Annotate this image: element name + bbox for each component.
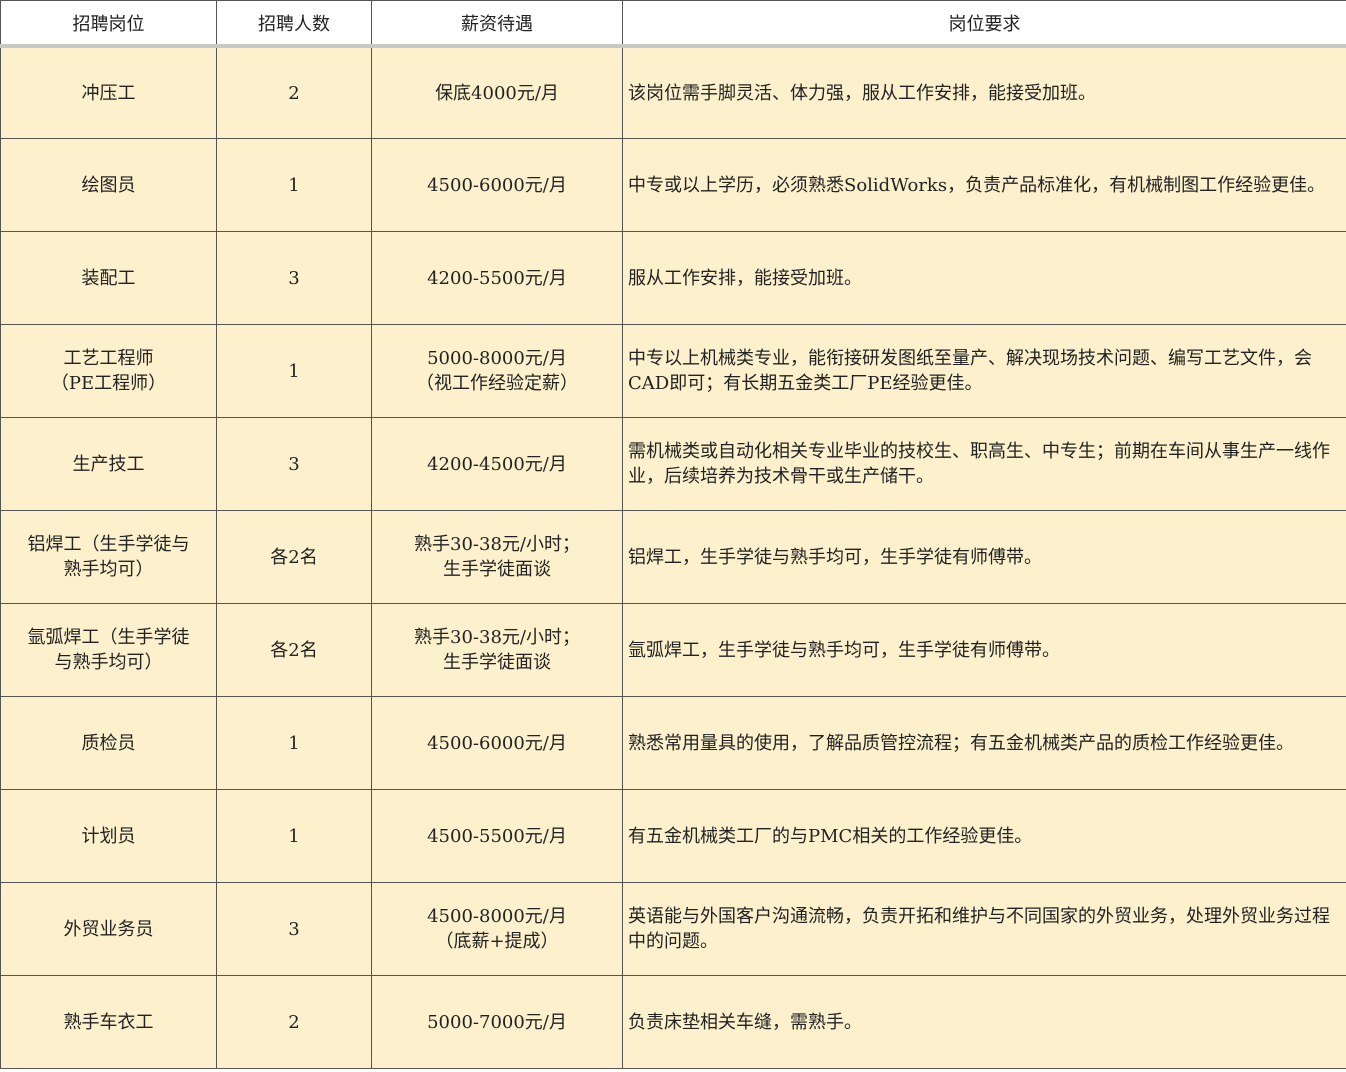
salary-text: 保底4000元/月	[435, 82, 559, 104]
salary-text: 5000-7000元/月	[427, 1011, 567, 1033]
cell-salary: 5000-8000元/月 （视工作经验定薪）	[371, 324, 623, 418]
position-text: 绘图员	[81, 174, 136, 196]
cell-salary: 保底4000元/月	[371, 45, 623, 139]
position-text: 外贸业务员	[63, 918, 154, 940]
cell-salary: 熟手30-38元/小时； 生手学徒面谈	[371, 510, 623, 604]
cell-requirement: 铝焊工，生手学徒与熟手均可，生手学徒有师傅带。	[622, 510, 1346, 604]
salary-text: （底薪+提成）	[435, 931, 559, 952]
cell-count: 2	[216, 45, 372, 139]
cell-position: 氩弧焊工（生手学徒 与熟手均可）	[0, 603, 217, 697]
cell-count: 各2名	[216, 603, 372, 697]
cell-salary: 4500-6000元/月	[371, 696, 623, 790]
cell-requirement: 英语能与外国客户沟通流畅，负责开拓和维护与不同国家的外贸业务，处理外贸业务过程中…	[622, 882, 1346, 976]
cell-requirement: 中专或以上学历，必须熟悉SolidWorks，负责产品标准化，有机械制图工作经验…	[622, 138, 1346, 232]
salary-text: （视工作经验定薪）	[416, 373, 578, 394]
position-text: 冲压工	[81, 82, 136, 104]
position-text: 工艺工程师	[63, 348, 154, 369]
cell-salary: 4500-8000元/月 （底薪+提成）	[371, 882, 623, 976]
cell-requirement: 中专以上机械类专业，能衔接研发图纸至量产、解决现场技术问题、编写工艺文件，会CA…	[622, 324, 1346, 418]
salary-text: 5000-8000元/月	[427, 348, 567, 369]
position-text: 与熟手均可）	[54, 652, 163, 673]
salary-text: 4500-8000元/月	[427, 906, 567, 927]
cell-position: 计划员	[0, 789, 217, 883]
position-text: 装配工	[81, 267, 136, 289]
cell-position: 生产技工	[0, 417, 217, 511]
table-row: 装配工 3 4200-5500元/月 服从工作安排，能接受加班。	[0, 231, 1346, 325]
position-text: 生产技工	[72, 453, 145, 475]
cell-count: 1	[216, 789, 372, 883]
header-salary: 薪资待遇	[371, 0, 623, 48]
cell-salary: 4200-4500元/月	[371, 417, 623, 511]
table-row: 绘图员 1 4500-6000元/月 中专或以上学历，必须熟悉SolidWorks，负…	[0, 138, 1346, 232]
table-row: 质检员 1 4500-6000元/月 熟悉常用量具的使用，了解品质管控流程；有五金机械…	[0, 696, 1346, 790]
cell-position: 铝焊工（生手学徒与 熟手均可）	[0, 510, 217, 604]
table-row: 冲压工 2 保底4000元/月 该岗位需手脚灵活、体力强，服从工作安排，能接受加班。	[0, 45, 1346, 139]
table-row: 计划员 1 4500-5500元/月 有五金机械类工厂的与PMC相关的工作经验更佳。	[0, 789, 1346, 883]
position-text: 熟手车衣工	[63, 1011, 154, 1033]
salary-text: 4200-4500元/月	[427, 453, 567, 475]
cell-count: 各2名	[216, 510, 372, 604]
cell-requirement: 服从工作安排，能接受加班。	[622, 231, 1346, 325]
position-text: 铝焊工（生手学徒与	[27, 534, 190, 555]
cell-position: 装配工	[0, 231, 217, 325]
salary-text: 生手学徒面谈	[443, 652, 551, 673]
cell-position: 冲压工	[0, 45, 217, 139]
position-text: 熟手均可）	[63, 559, 154, 580]
cell-count: 3	[216, 231, 372, 325]
position-text: 质检员	[81, 732, 136, 754]
cell-count: 1	[216, 138, 372, 232]
salary-text: 熟手30-38元/小时；	[414, 627, 580, 648]
cell-count: 1	[216, 324, 372, 418]
header-requirement: 岗位要求	[622, 0, 1346, 48]
table-row: 外贸业务员 3 4500-8000元/月 （底薪+提成） 英语能与外国客户沟通流畅，负责…	[0, 882, 1346, 976]
position-text: 计划员	[81, 825, 136, 847]
position-text: （PE工程师）	[50, 373, 167, 394]
header-position: 招聘岗位	[0, 0, 217, 48]
table-row: 氩弧焊工（生手学徒 与熟手均可） 各2名 熟手30-38元/小时； 生手学徒面谈 氩弧焊工…	[0, 603, 1346, 697]
header-row: 招聘岗位 招聘人数 薪资待遇 岗位要求	[0, 0, 1346, 48]
table-row: 熟手车衣工 2 5000-7000元/月 负责床垫相关车缝，需熟手。	[0, 975, 1346, 1069]
cell-position: 外贸业务员	[0, 882, 217, 976]
table-row: 铝焊工（生手学徒与 熟手均可） 各2名 熟手30-38元/小时； 生手学徒面谈 铝焊工，生…	[0, 510, 1346, 604]
cell-requirement: 熟悉常用量具的使用，了解品质管控流程；有五金机械类产品的质检工作经验更佳。	[622, 696, 1346, 790]
header-count: 招聘人数	[216, 0, 372, 48]
salary-text: 4200-5500元/月	[427, 267, 567, 289]
cell-requirement: 氩弧焊工，生手学徒与熟手均可，生手学徒有师傅带。	[622, 603, 1346, 697]
cell-salary: 4500-6000元/月	[371, 138, 623, 232]
cell-count: 1	[216, 696, 372, 790]
cell-salary: 熟手30-38元/小时； 生手学徒面谈	[371, 603, 623, 697]
cell-salary: 4200-5500元/月	[371, 231, 623, 325]
cell-requirement: 负责床垫相关车缝，需熟手。	[622, 975, 1346, 1069]
recruitment-table: 招聘岗位 招聘人数 薪资待遇 岗位要求 冲压工 2 保底4000元/月 该岗位需手脚灵…	[0, 0, 1346, 1069]
salary-text: 4500-6000元/月	[427, 174, 567, 196]
cell-position: 熟手车衣工	[0, 975, 217, 1069]
cell-requirement: 需机械类或自动化相关专业毕业的技校生、职高生、中专生；前期在车间从事生产一线作业…	[622, 417, 1346, 511]
cell-requirement: 该岗位需手脚灵活、体力强，服从工作安排，能接受加班。	[622, 45, 1346, 139]
position-text: 氩弧焊工（生手学徒	[27, 627, 190, 648]
salary-text: 熟手30-38元/小时；	[414, 534, 580, 555]
cell-position: 绘图员	[0, 138, 217, 232]
cell-requirement: 有五金机械类工厂的与PMC相关的工作经验更佳。	[622, 789, 1346, 883]
table-row: 工艺工程师 （PE工程师） 1 5000-8000元/月 （视工作经验定薪） 中专以上机械…	[0, 324, 1346, 418]
salary-text: 4500-6000元/月	[427, 732, 567, 754]
cell-position: 工艺工程师 （PE工程师）	[0, 324, 217, 418]
cell-salary: 4500-5500元/月	[371, 789, 623, 883]
salary-text: 生手学徒面谈	[443, 559, 551, 580]
cell-count: 2	[216, 975, 372, 1069]
cell-position: 质检员	[0, 696, 217, 790]
table-row: 生产技工 3 4200-4500元/月 需机械类或自动化相关专业毕业的技校生、职高生、…	[0, 417, 1346, 511]
salary-text: 4500-5500元/月	[427, 825, 567, 847]
cell-count: 3	[216, 417, 372, 511]
cell-salary: 5000-7000元/月	[371, 975, 623, 1069]
cell-count: 3	[216, 882, 372, 976]
